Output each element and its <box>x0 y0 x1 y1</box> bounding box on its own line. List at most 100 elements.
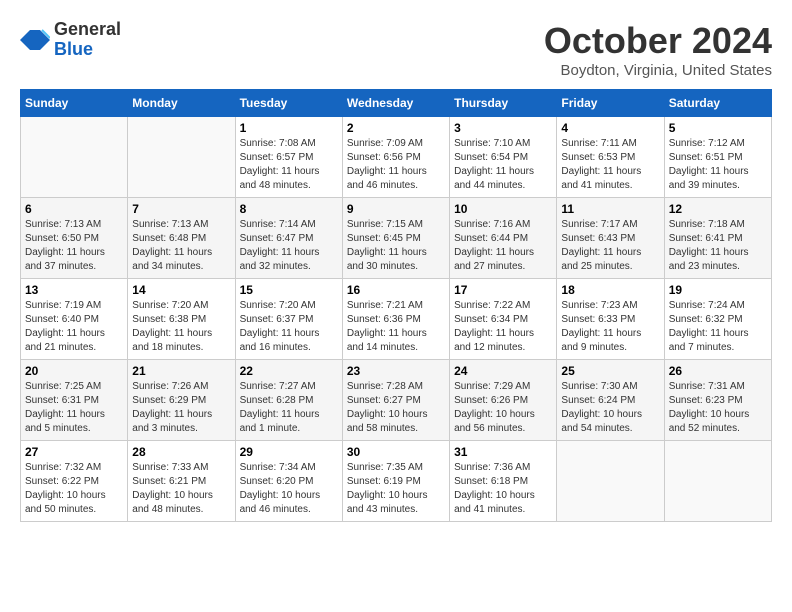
day-info: Sunrise: 7:19 AM Sunset: 6:40 PM Dayligh… <box>25 299 123 355</box>
day-number: 13 <box>25 283 123 297</box>
calendar-cell: 9Sunrise: 7:15 AM Sunset: 6:45 PM Daylig… <box>342 198 449 279</box>
calendar-cell: 22 Sunrise: 7:27 AM Sunset: 6:28 PM Dayli… <box>235 360 342 441</box>
day-number: 14 <box>132 283 230 297</box>
calendar-cell: 10Sunrise: 7:16 AM Sunset: 6:44 PM Dayli… <box>450 198 557 279</box>
day-info: Sunrise: 7:35 AM Sunset: 6:19 PM Dayligh… <box>347 461 445 517</box>
day-info: Sunrise: 7:24 AM Sunset: 6:32 PM Dayligh… <box>669 299 767 355</box>
page-header: General Blue October 2024 Boydton, Virgi… <box>20 20 772 79</box>
calendar-cell <box>664 441 771 522</box>
calendar-cell: 23 Sunrise: 7:28 AM Sunset: 6:27 PM Dayli… <box>342 360 449 441</box>
header-cell-thursday: Thursday <box>450 90 557 117</box>
calendar-cell <box>128 117 235 198</box>
calendar-cell: 25Sunrise: 7:30 AM Sunset: 6:24 PM Dayli… <box>557 360 664 441</box>
week-row: 6Sunrise: 7:13 AM Sunset: 6:50 PM Daylig… <box>21 198 772 279</box>
day-number: 7 <box>132 202 230 216</box>
day-info: Sunrise: 7:23 AM Sunset: 6:33 PM Dayligh… <box>561 299 659 355</box>
day-info: Sunrise: 7:28 AM Sunset: 6:27 PM Dayligh… <box>347 380 445 436</box>
calendar-cell: 5 Sunrise: 7:12 AM Sunset: 6:51 PM Daylig… <box>664 117 771 198</box>
calendar-body: 1 Sunrise: 7:08 AM Sunset: 6:57 PM Daylig… <box>21 117 772 522</box>
calendar-cell: 27 Sunrise: 7:32 AM Sunset: 6:22 PM Dayli… <box>21 441 128 522</box>
day-info: Sunrise: 7:13 AM Sunset: 6:48 PM Dayligh… <box>132 218 230 274</box>
calendar-cell: 21Sunrise: 7:26 AM Sunset: 6:29 PM Dayli… <box>128 360 235 441</box>
location: Boydton, Virginia, United States <box>544 62 772 79</box>
calendar-cell: 28 Sunrise: 7:33 AM Sunset: 6:21 PM Dayli… <box>128 441 235 522</box>
day-number: 28 <box>132 445 230 459</box>
day-number: 10 <box>454 202 552 216</box>
day-info: Sunrise: 7:18 AM Sunset: 6:41 PM Dayligh… <box>669 218 767 274</box>
calendar-cell: 3Sunrise: 7:10 AM Sunset: 6:54 PM Daylig… <box>450 117 557 198</box>
calendar-cell: 20 Sunrise: 7:25 AM Sunset: 6:31 PM Dayli… <box>21 360 128 441</box>
day-number: 29 <box>240 445 338 459</box>
calendar-table: SundayMondayTuesdayWednesdayThursdayFrid… <box>20 89 772 522</box>
day-info: Sunrise: 7:15 AM Sunset: 6:45 PM Dayligh… <box>347 218 445 274</box>
calendar-cell: 13 Sunrise: 7:19 AM Sunset: 6:40 PM Dayli… <box>21 279 128 360</box>
day-number: 16 <box>347 283 445 297</box>
header-cell-wednesday: Wednesday <box>342 90 449 117</box>
day-info: Sunrise: 7:31 AM Sunset: 6:23 PM Dayligh… <box>669 380 767 436</box>
header-cell-tuesday: Tuesday <box>235 90 342 117</box>
day-number: 15 <box>240 283 338 297</box>
logo: General Blue <box>20 20 121 60</box>
calendar-cell: 16 Sunrise: 7:21 AM Sunset: 6:36 PM Dayli… <box>342 279 449 360</box>
calendar-cell <box>557 441 664 522</box>
day-number: 26 <box>669 364 767 378</box>
calendar-cell: 26 Sunrise: 7:31 AM Sunset: 6:23 PM Dayli… <box>664 360 771 441</box>
calendar-cell <box>21 117 128 198</box>
day-info: Sunrise: 7:34 AM Sunset: 6:20 PM Dayligh… <box>240 461 338 517</box>
day-info: Sunrise: 7:27 AM Sunset: 6:28 PM Dayligh… <box>240 380 338 436</box>
calendar-cell: 17 Sunrise: 7:22 AM Sunset: 6:34 PM Dayli… <box>450 279 557 360</box>
calendar-cell: 8 Sunrise: 7:14 AM Sunset: 6:47 PM Daylig… <box>235 198 342 279</box>
header-cell-friday: Friday <box>557 90 664 117</box>
header-row: SundayMondayTuesdayWednesdayThursdayFrid… <box>21 90 772 117</box>
day-info: Sunrise: 7:20 AM Sunset: 6:37 PM Dayligh… <box>240 299 338 355</box>
day-info: Sunrise: 7:32 AM Sunset: 6:22 PM Dayligh… <box>25 461 123 517</box>
header-cell-saturday: Saturday <box>664 90 771 117</box>
logo-general: General <box>54 20 121 40</box>
day-info: Sunrise: 7:11 AM Sunset: 6:53 PM Dayligh… <box>561 137 659 193</box>
day-info: Sunrise: 7:14 AM Sunset: 6:47 PM Dayligh… <box>240 218 338 274</box>
header-cell-sunday: Sunday <box>21 90 128 117</box>
day-info: Sunrise: 7:26 AM Sunset: 6:29 PM Dayligh… <box>132 380 230 436</box>
day-number: 3 <box>454 121 552 135</box>
week-row: 20 Sunrise: 7:25 AM Sunset: 6:31 PM Dayli… <box>21 360 772 441</box>
calendar-cell: 30Sunrise: 7:35 AM Sunset: 6:19 PM Dayli… <box>342 441 449 522</box>
day-number: 25 <box>561 364 659 378</box>
day-info: Sunrise: 7:20 AM Sunset: 6:38 PM Dayligh… <box>132 299 230 355</box>
day-info: Sunrise: 7:08 AM Sunset: 6:57 PM Dayligh… <box>240 137 338 193</box>
day-info: Sunrise: 7:36 AM Sunset: 6:18 PM Dayligh… <box>454 461 552 517</box>
day-number: 20 <box>25 364 123 378</box>
day-number: 4 <box>561 121 659 135</box>
calendar-cell: 19 Sunrise: 7:24 AM Sunset: 6:32 PM Dayli… <box>664 279 771 360</box>
day-info: Sunrise: 7:33 AM Sunset: 6:21 PM Dayligh… <box>132 461 230 517</box>
day-number: 1 <box>240 121 338 135</box>
calendar-cell: 11Sunrise: 7:17 AM Sunset: 6:43 PM Dayli… <box>557 198 664 279</box>
week-row: 13 Sunrise: 7:19 AM Sunset: 6:40 PM Dayli… <box>21 279 772 360</box>
day-info: Sunrise: 7:21 AM Sunset: 6:36 PM Dayligh… <box>347 299 445 355</box>
day-number: 22 <box>240 364 338 378</box>
day-info: Sunrise: 7:12 AM Sunset: 6:51 PM Dayligh… <box>669 137 767 193</box>
day-number: 5 <box>669 121 767 135</box>
day-info: Sunrise: 7:29 AM Sunset: 6:26 PM Dayligh… <box>454 380 552 436</box>
day-number: 6 <box>25 202 123 216</box>
day-number: 17 <box>454 283 552 297</box>
day-number: 19 <box>669 283 767 297</box>
calendar-cell: 24Sunrise: 7:29 AM Sunset: 6:26 PM Dayli… <box>450 360 557 441</box>
calendar-cell: 7 Sunrise: 7:13 AM Sunset: 6:48 PM Daylig… <box>128 198 235 279</box>
day-number: 18 <box>561 283 659 297</box>
week-row: 27 Sunrise: 7:32 AM Sunset: 6:22 PM Dayli… <box>21 441 772 522</box>
logo-icon <box>20 25 50 55</box>
day-number: 12 <box>669 202 767 216</box>
week-row: 1 Sunrise: 7:08 AM Sunset: 6:57 PM Daylig… <box>21 117 772 198</box>
month-title: October 2024 <box>544 20 772 62</box>
day-number: 27 <box>25 445 123 459</box>
calendar-cell: 29 Sunrise: 7:34 AM Sunset: 6:20 PM Dayli… <box>235 441 342 522</box>
day-info: Sunrise: 7:25 AM Sunset: 6:31 PM Dayligh… <box>25 380 123 436</box>
calendar-cell: 4 Sunrise: 7:11 AM Sunset: 6:53 PM Daylig… <box>557 117 664 198</box>
day-number: 8 <box>240 202 338 216</box>
day-info: Sunrise: 7:22 AM Sunset: 6:34 PM Dayligh… <box>454 299 552 355</box>
calendar-header: SundayMondayTuesdayWednesdayThursdayFrid… <box>21 90 772 117</box>
day-number: 23 <box>347 364 445 378</box>
calendar-cell: 31Sunrise: 7:36 AM Sunset: 6:18 PM Dayli… <box>450 441 557 522</box>
day-info: Sunrise: 7:17 AM Sunset: 6:43 PM Dayligh… <box>561 218 659 274</box>
day-info: Sunrise: 7:09 AM Sunset: 6:56 PM Dayligh… <box>347 137 445 193</box>
